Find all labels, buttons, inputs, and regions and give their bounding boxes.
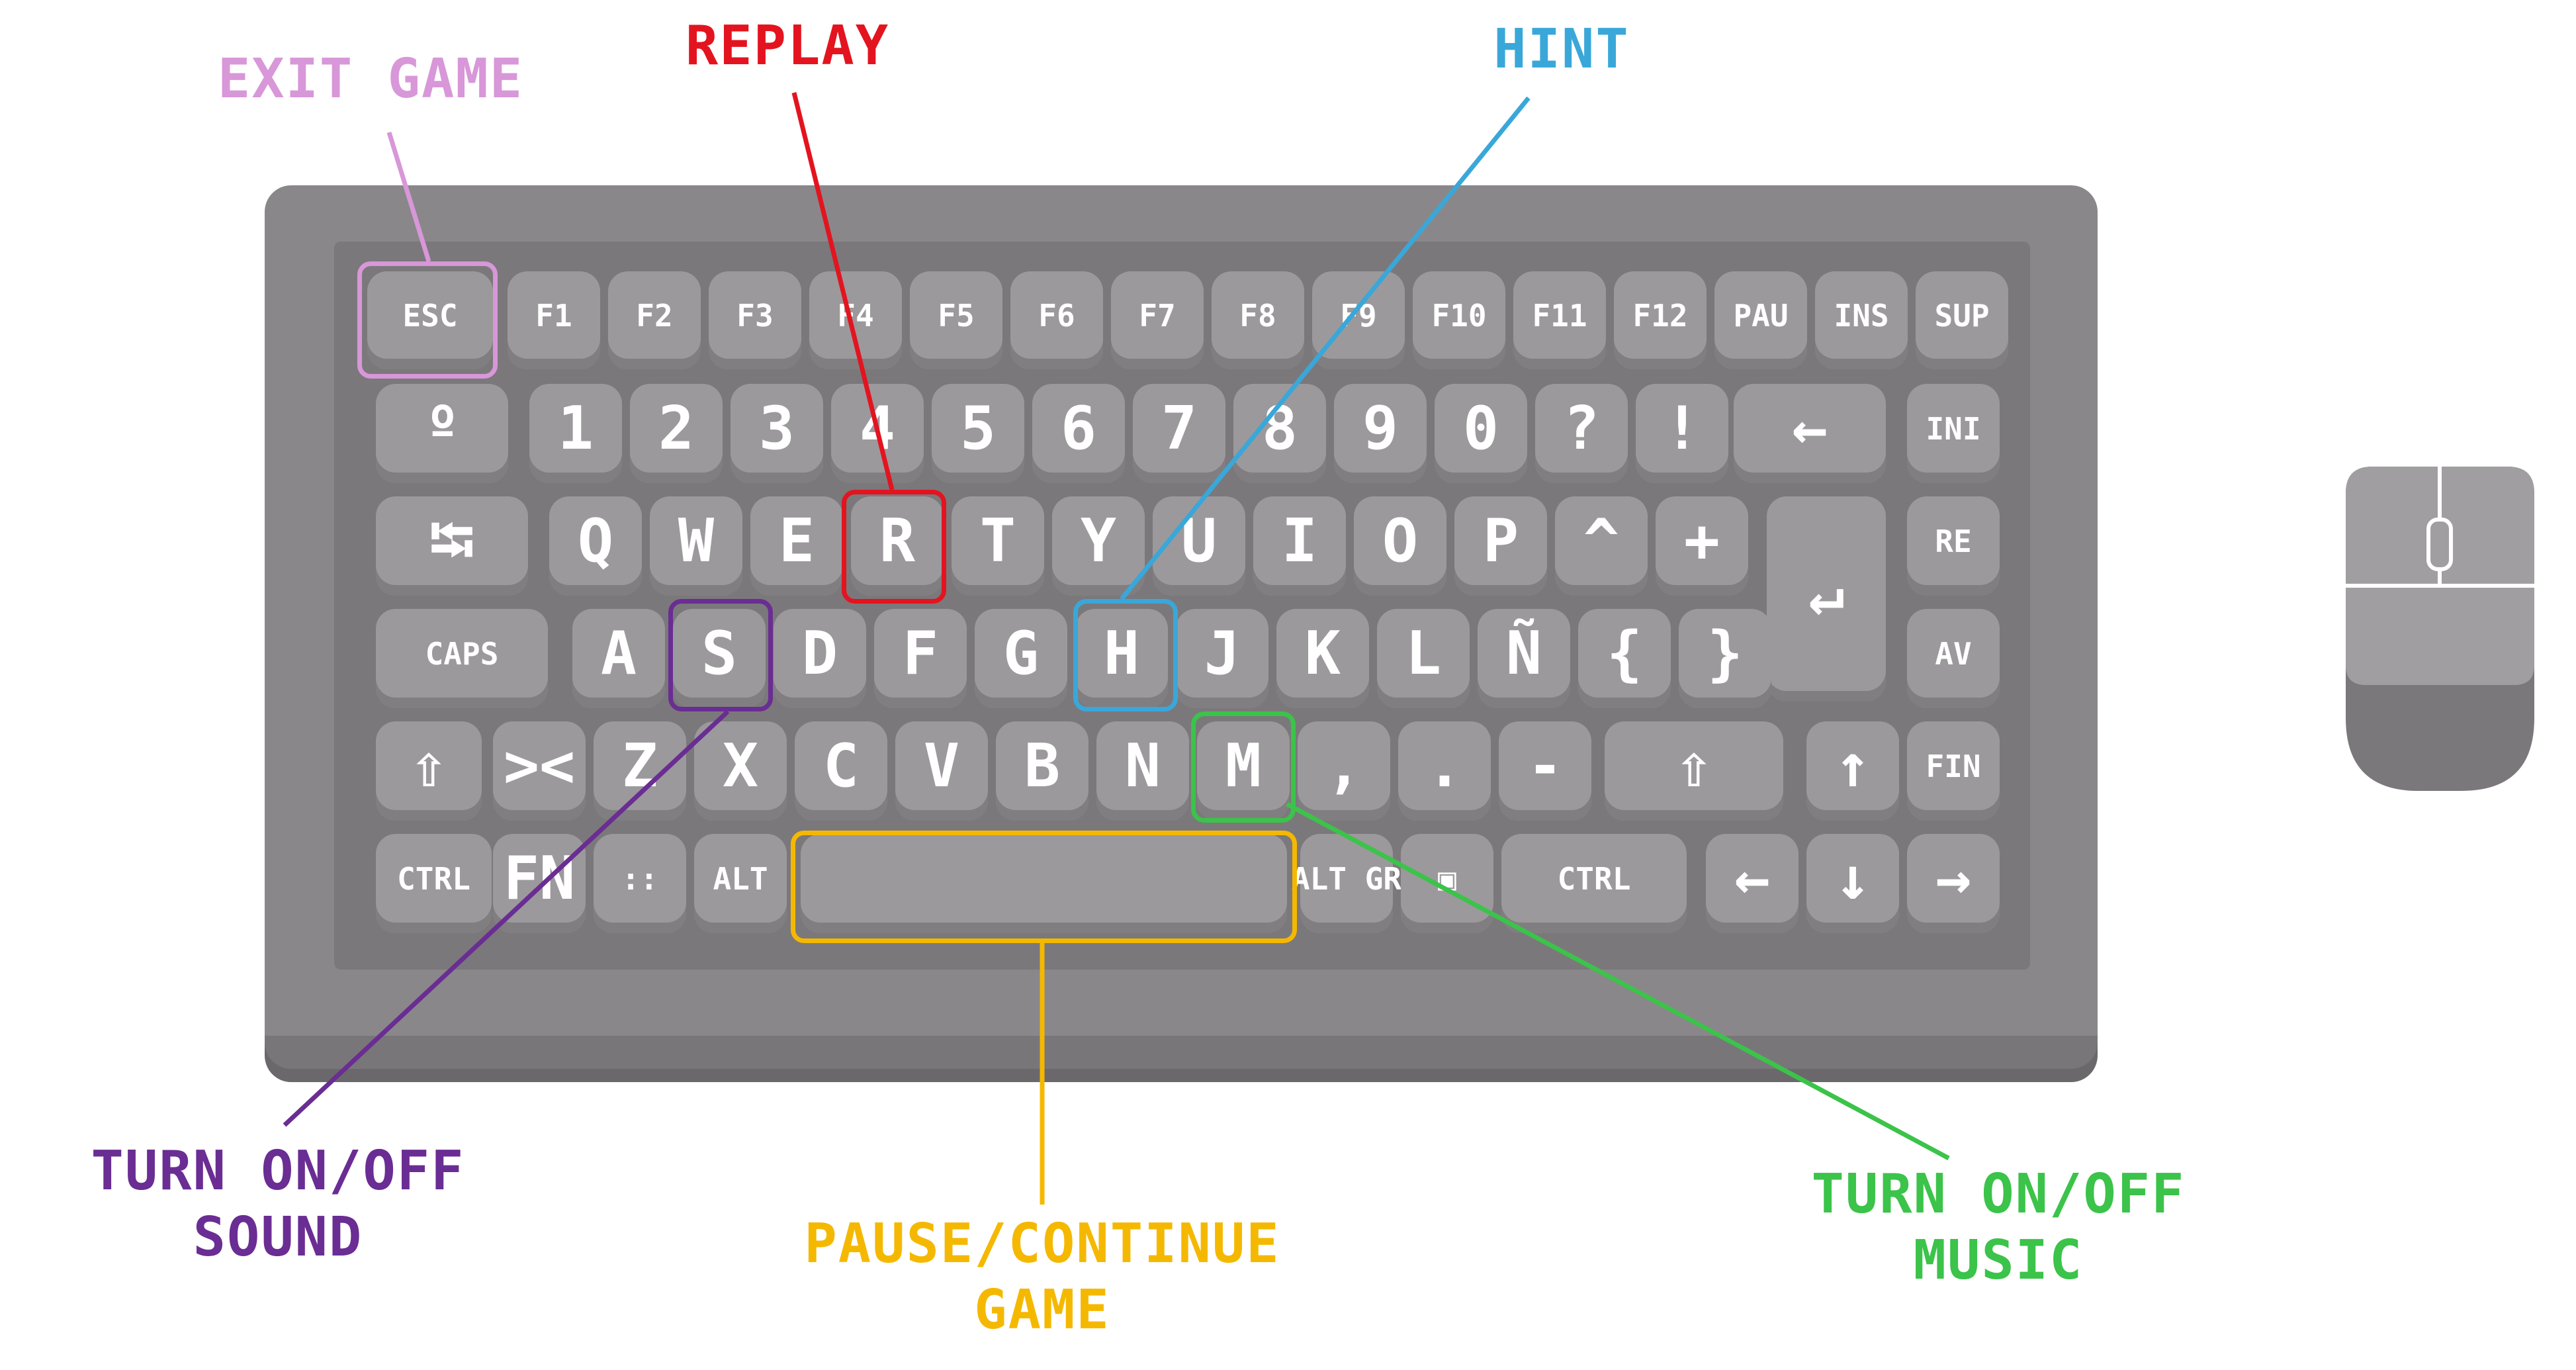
replay-label: REPLAY	[685, 15, 890, 77]
pause-continue-label: PAUSE/CONTINUE GAME	[804, 1212, 1280, 1342]
music-toggle-label: TURN ON/OFF MUSIC	[1811, 1163, 2186, 1292]
sound-toggle-label: TURN ON/OFF SOUND	[91, 1140, 465, 1269]
controls-scene: ESC F1 F2 F3 F4 F5 F6 F7 F8 F9 F10 F11 F12 PAU INS SUP º…	[0, 0, 2576, 1370]
exit-game-label: EXIT GAME	[217, 48, 524, 111]
hint-label: HINT	[1493, 18, 1630, 81]
